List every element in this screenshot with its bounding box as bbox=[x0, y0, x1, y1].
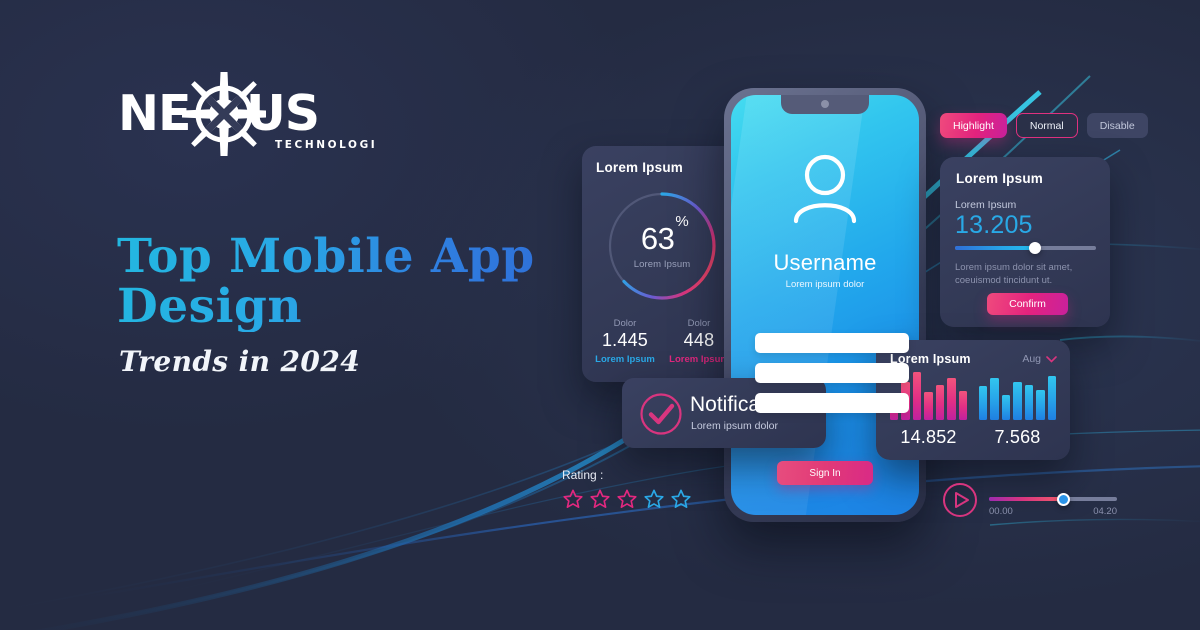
rating-stars[interactable] bbox=[562, 488, 722, 510]
player-current-time: 00.00 bbox=[989, 506, 1013, 517]
donut-stat-card: Lorem Ipsum 63% Lorem Ipsum Dolor 1.445 … bbox=[582, 146, 742, 382]
notification-subtitle: Lorem ipsum dolor bbox=[691, 420, 778, 432]
donut-card-title: Lorem Ipsum bbox=[596, 160, 683, 175]
bar bbox=[1013, 381, 1022, 420]
month-dropdown[interactable]: Aug bbox=[1022, 353, 1057, 365]
slider-card-body-text: Lorem ipsum dolor sit amet, coeuismod ti… bbox=[955, 262, 1073, 286]
hero-column: NE US TECHNOLOGI Top Mobile App Design T… bbox=[0, 0, 560, 630]
star-outline-icon[interactable] bbox=[589, 488, 611, 510]
donut-sublabel: Lorem Ipsum bbox=[633, 258, 691, 270]
player-progress-thumb[interactable] bbox=[1056, 492, 1070, 506]
page-title: Top Mobile App Design bbox=[117, 232, 547, 332]
stat-link[interactable]: Lorem Ipsum bbox=[588, 354, 662, 365]
phone-notch bbox=[781, 95, 869, 114]
phone-username-label: Username bbox=[773, 250, 877, 275]
audio-player: 00.00 04.20 bbox=[942, 478, 1124, 524]
disable-button[interactable]: Disable bbox=[1086, 113, 1148, 138]
slider-card-value: 13.205 bbox=[955, 211, 1033, 239]
star-outline-icon[interactable] bbox=[562, 488, 584, 510]
slider-value-card: Lorem Ipsum Lorem Ipsum 13.205 Lorem ips… bbox=[940, 157, 1110, 327]
highlight-button[interactable]: Highlight bbox=[940, 113, 1007, 138]
slider-fill bbox=[955, 246, 1036, 250]
bar-total-blue: 7.568 bbox=[994, 427, 1041, 447]
donut-percent: 63% bbox=[640, 212, 689, 256]
stat-label: Dolor bbox=[613, 318, 637, 329]
bar bbox=[1036, 390, 1045, 420]
bar bbox=[1001, 395, 1011, 420]
phone-input-field-1[interactable] bbox=[755, 333, 909, 353]
play-circle-icon[interactable] bbox=[942, 482, 978, 518]
bar bbox=[947, 377, 956, 420]
bar-group-blue: 7.568 bbox=[979, 372, 1056, 448]
bar-total-pink: 14.852 bbox=[900, 427, 957, 447]
brand-tagline-text: TECHNOLOGIES bbox=[275, 139, 378, 151]
stat-value: 1.445 bbox=[601, 330, 649, 350]
sign-in-button[interactable]: Sign In bbox=[777, 461, 873, 485]
confirm-button[interactable]: Confirm bbox=[987, 293, 1068, 315]
bar bbox=[924, 392, 933, 420]
month-label: Aug bbox=[1022, 353, 1041, 365]
check-circle-icon bbox=[640, 393, 682, 435]
pill-button-row: Highlight Normal Disable bbox=[940, 113, 1148, 138]
phone-input-field-3[interactable] bbox=[755, 393, 909, 413]
starburst-x-icon: NE US TECHNOLOGI bbox=[118, 72, 378, 156]
stat-item: Dolor 1.445 Lorem Ipsum bbox=[588, 318, 662, 365]
phone-subtitle-label: Lorem ipsum dolor bbox=[785, 279, 865, 290]
normal-button[interactable]: Normal bbox=[1015, 113, 1078, 138]
star-outline-icon[interactable] bbox=[670, 488, 692, 510]
bar bbox=[1047, 375, 1056, 420]
brand-logo: NE US TECHNOLOGI bbox=[118, 72, 378, 162]
bar bbox=[1024, 385, 1034, 420]
player-progress-fill bbox=[989, 497, 1064, 501]
slider-card-title: Lorem Ipsum bbox=[956, 171, 1043, 186]
rating-widget: Rating : bbox=[562, 468, 722, 510]
player-progress-bar[interactable] bbox=[989, 492, 1117, 506]
user-avatar-icon bbox=[793, 154, 857, 224]
bar bbox=[990, 377, 999, 420]
bar bbox=[958, 391, 967, 420]
page-subtitle: Trends in 2024 bbox=[119, 345, 361, 378]
bar bbox=[935, 385, 945, 420]
star-outline-icon[interactable] bbox=[616, 488, 638, 510]
donut-stats-row: Dolor 1.445 Lorem Ipsum Dolor 448 Lorem … bbox=[588, 318, 736, 365]
slider-thumb[interactable] bbox=[1029, 242, 1042, 254]
player-total-time: 04.20 bbox=[1093, 506, 1117, 517]
phone-camera-dot bbox=[821, 100, 829, 108]
star-outline-icon[interactable] bbox=[643, 488, 665, 510]
donut-center-labels: 63% Lorem Ipsum bbox=[602, 186, 722, 306]
bar bbox=[912, 372, 922, 420]
slider-card-label: Lorem Ipsum bbox=[955, 199, 1017, 211]
notification-card[interactable]: Notification Lorem ipsum dolor bbox=[622, 378, 826, 448]
range-slider[interactable] bbox=[955, 242, 1096, 254]
bar-groups: 14.852 7.568 bbox=[890, 372, 1056, 448]
chevron-down-icon bbox=[1046, 355, 1057, 363]
bar bbox=[979, 386, 988, 420]
player-timestamps: 00.00 04.20 bbox=[989, 506, 1117, 517]
poster-canvas: NE US TECHNOLOGI Top Mobile App Design T… bbox=[0, 0, 1200, 630]
bar-series-blue bbox=[979, 372, 1056, 420]
brand-name-text: NE bbox=[118, 85, 190, 142]
phone-input-field-2[interactable] bbox=[755, 363, 909, 383]
rating-label: Rating : bbox=[562, 468, 604, 482]
